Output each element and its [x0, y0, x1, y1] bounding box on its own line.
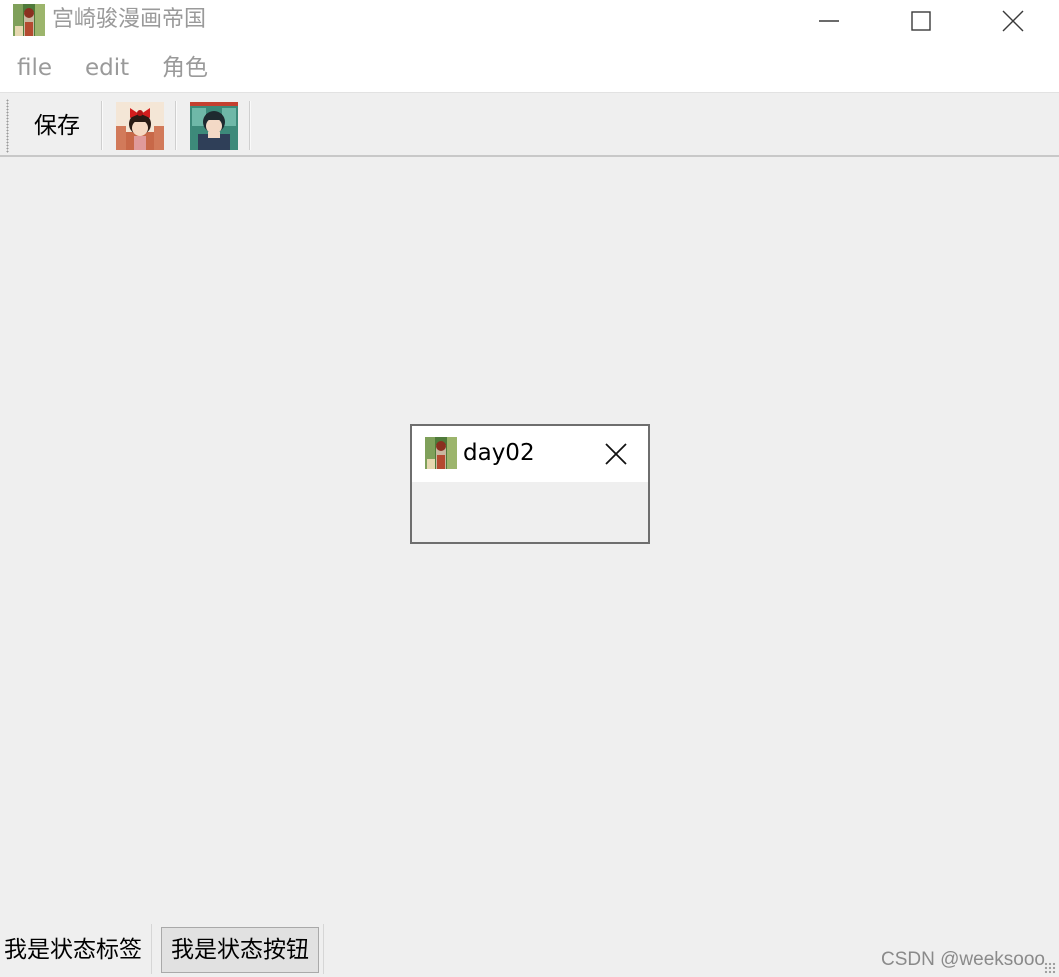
dock-title-bar[interactable]: day02	[412, 426, 648, 482]
resize-grip-handle[interactable]	[1044, 962, 1056, 974]
dock-widget[interactable]: day02	[410, 424, 650, 544]
close-icon	[605, 443, 627, 465]
dock-title: day02	[463, 440, 535, 466]
status-label: 我是状态标签	[4, 937, 142, 963]
minimize-icon	[819, 20, 839, 22]
kiki-portrait-avatar-icon[interactable]	[190, 102, 238, 150]
status-button[interactable]: 我是状态按钮	[161, 927, 319, 973]
window-close-button[interactable]	[967, 0, 1059, 42]
dock-content	[412, 482, 648, 542]
close-icon	[1002, 10, 1024, 32]
window-title: 宫崎骏漫画帝国	[52, 7, 207, 32]
toolbar-separator	[175, 101, 177, 150]
menu-role[interactable]: 角色	[162, 53, 208, 83]
title-bar: 宫崎骏漫画帝国	[0, 0, 1059, 42]
dock-close-button[interactable]	[600, 438, 632, 470]
menu-file[interactable]: file	[17, 53, 52, 83]
maximize-button[interactable]	[875, 0, 967, 42]
menu-bar: file edit 角色	[0, 42, 1059, 92]
save-button[interactable]: 保存	[34, 111, 80, 141]
menu-edit[interactable]: edit	[85, 53, 129, 83]
anime-picture-icon	[425, 437, 457, 469]
toolbar: 保存	[0, 92, 1059, 157]
maximize-icon	[911, 11, 931, 31]
toolbar-separator	[249, 101, 251, 150]
minimize-button[interactable]	[783, 0, 875, 42]
status-separator	[323, 924, 324, 974]
toolbar-grip-handle[interactable]	[6, 99, 9, 153]
toolbar-separator	[101, 101, 103, 150]
status-separator	[151, 924, 152, 974]
watermark-text: CSDN @weeksooo	[881, 949, 1045, 970]
anime-picture-icon	[13, 4, 45, 36]
kiki-red-bow-avatar-icon[interactable]	[116, 102, 164, 150]
